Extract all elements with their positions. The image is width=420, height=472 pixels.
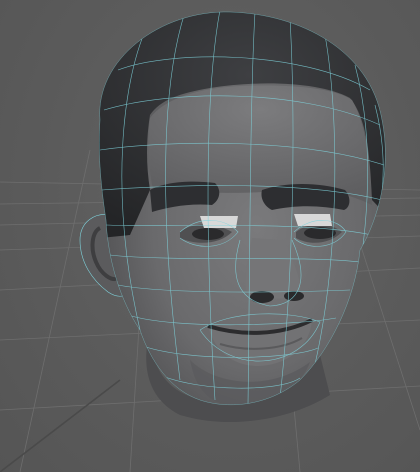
axis-line: [0, 379, 121, 472]
3d-viewport[interactable]: [0, 0, 420, 472]
viewport-canvas[interactable]: [0, 0, 420, 472]
right-eyebrow: [261, 184, 350, 210]
